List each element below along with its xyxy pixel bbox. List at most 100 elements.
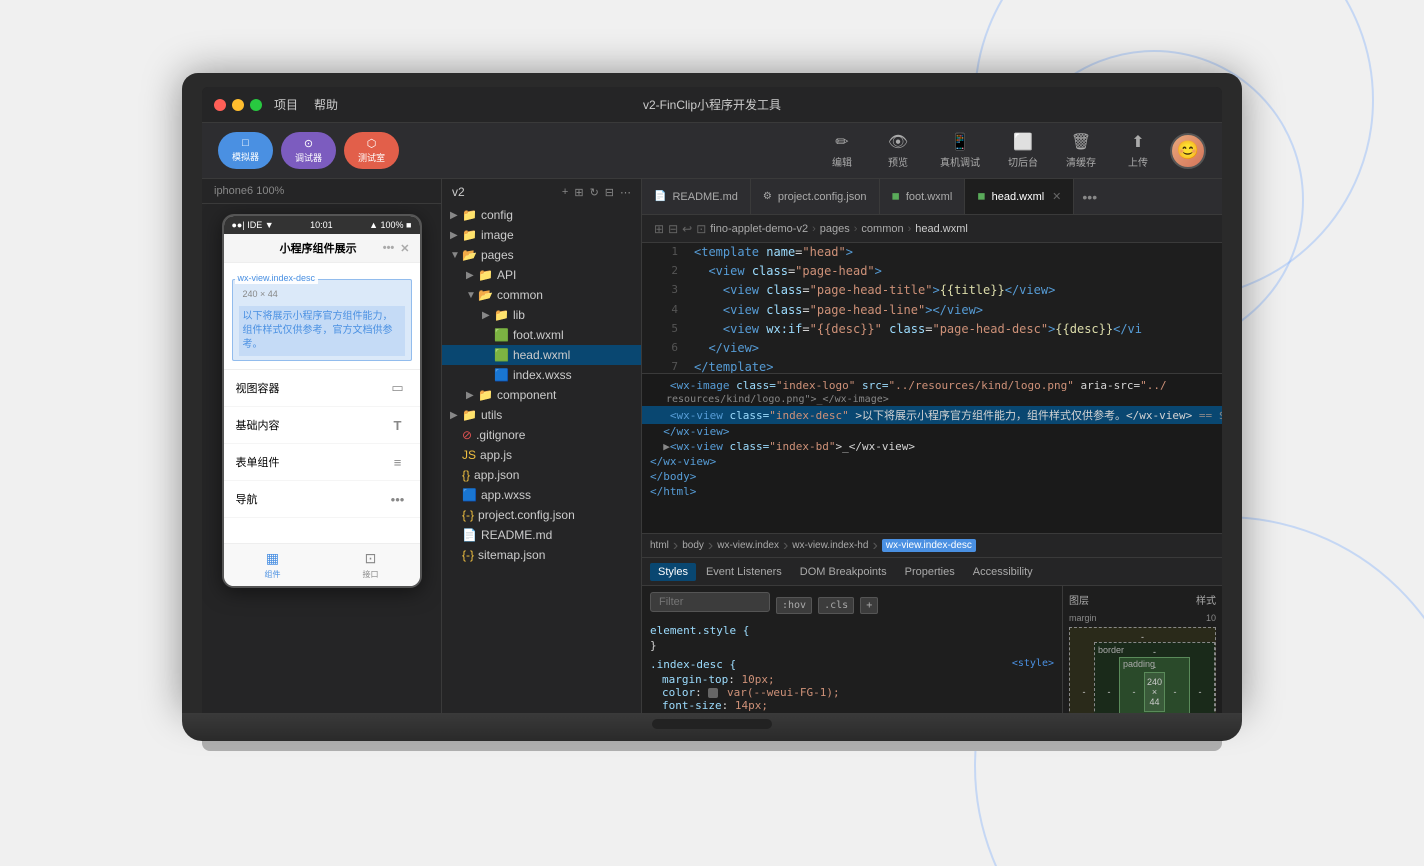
tab-dom-breakpoints[interactable]: DOM Breakpoints <box>792 563 895 581</box>
fold-icon[interactable]: ⊟ <box>668 222 678 236</box>
index-desc-source[interactable]: <style> <box>1012 658 1054 673</box>
close-tab-icon[interactable]: ✕ <box>1052 190 1061 203</box>
tree-item-sitemap[interactable]: ▶ {-} sitemap.json <box>442 545 641 565</box>
tab-readme[interactable]: 📄 README.md <box>642 179 751 214</box>
cls-button[interactable]: .cls <box>818 597 854 614</box>
tree-item-foot-wxml[interactable]: ▶ 🟩 foot.wxml <box>442 325 641 345</box>
tree-item-index-wxss[interactable]: ▶ 🟦 index.wxss <box>442 365 641 385</box>
testroom-button[interactable]: ⬡ 测试室 <box>344 132 399 169</box>
html-line-4[interactable]: </wx-view> <box>642 424 1222 439</box>
breadcrumb-sep-3: › <box>908 223 912 235</box>
new-folder-icon[interactable]: ⊞ <box>574 186 583 199</box>
html-line-7[interactable]: </body> <box>642 469 1222 484</box>
bread-wx-view-hd[interactable]: wx-view.index-hd <box>792 540 868 551</box>
head-tab-icon: ◼ <box>977 191 985 202</box>
tab-styles[interactable]: Styles <box>650 563 696 581</box>
html-line-8[interactable]: </html> <box>642 484 1222 499</box>
tree-item-component[interactable]: ▶ 📁 component <box>442 385 641 405</box>
phone-nav-item-2[interactable]: 基础内容 T <box>224 407 420 444</box>
refresh-icon[interactable]: ↻ <box>590 186 599 199</box>
more-icon[interactable]: ⋯ <box>620 186 631 199</box>
phone-menu-dots[interactable]: ••• <box>383 242 395 255</box>
tree-item-head-wxml[interactable]: ▶ 🟩 head.wxml <box>442 345 641 365</box>
tab-head-wxml[interactable]: ◼ head.wxml ✕ <box>965 179 1074 214</box>
tree-item-readme[interactable]: ▶ 📄 README.md <box>442 525 641 545</box>
tree-item-gitignore[interactable]: ▶ ⊘ .gitignore <box>442 425 641 445</box>
readme-tab-icon: 📄 <box>654 191 666 202</box>
tree-item-app-js[interactable]: ▶ JS app.js <box>442 445 641 465</box>
phone-nav-api[interactable]: ⊡ 接口 <box>322 550 420 580</box>
tab-accessibility[interactable]: Accessibility <box>965 563 1041 581</box>
tree-item-pages[interactable]: ▼ 📂 pages <box>442 245 641 265</box>
wrap-icon[interactable]: ↩ <box>682 222 692 236</box>
plus-button[interactable]: + <box>860 597 878 614</box>
tab-project-config[interactable]: ⚙ project.config.json <box>751 179 880 214</box>
html-line-3[interactable]: <wx-view class="index-desc" >以下将展示小程序官方组… <box>642 406 1222 424</box>
line-content-7: </template> <box>694 358 773 373</box>
tab-foot-wxml[interactable]: ◼ foot.wxml <box>880 179 966 214</box>
collapse-icon[interactable]: ⊟ <box>605 186 614 199</box>
tree-item-common[interactable]: ▼ 📂 common <box>442 285 641 305</box>
html-line-5[interactable]: ▶<wx-view class="index-bd">_</wx-view> <box>642 439 1222 454</box>
bread-html[interactable]: html <box>650 540 669 551</box>
html-inspector[interactable]: <wx-image class="index-logo" src="../res… <box>642 374 1222 533</box>
new-file-icon[interactable]: + <box>562 186 568 199</box>
minimize-button[interactable] <box>232 99 244 111</box>
bread-wx-view-index[interactable]: wx-view.index <box>717 540 779 551</box>
breadcrumb-root[interactable]: fino-applet-demo-v2 <box>710 223 808 235</box>
boxmodel-styles-tab[interactable]: 样式 <box>1196 592 1216 607</box>
phone-nav-item-4[interactable]: 导航 ••• <box>224 481 420 518</box>
maximize-button[interactable] <box>250 99 262 111</box>
tab-event-listeners[interactable]: Event Listeners <box>698 563 790 581</box>
html-line-2[interactable]: resources/kind/logo.png">_</wx-image> <box>642 393 1222 406</box>
simulator-button[interactable]: □ 模拟器 <box>218 132 273 169</box>
box-content-row: - 240 × 44 - <box>1124 672 1185 712</box>
phone-simulator: iphone6 100% ●●| IDE ▼ 10:01 ▲ 100% ■ 小程… <box>202 179 442 713</box>
breadcrumb-pages[interactable]: pages <box>820 223 850 235</box>
preview-button[interactable]: 👁 预览 <box>874 128 922 173</box>
menu-help[interactable]: 帮助 <box>314 96 338 113</box>
hov-button[interactable]: :hov <box>776 597 812 614</box>
format-icon[interactable]: ⊡ <box>696 222 706 236</box>
phone-close-icon[interactable]: ✕ <box>400 242 409 255</box>
tree-item-lib[interactable]: ▶ 📁 lib <box>442 305 641 325</box>
more-tabs[interactable]: ••• <box>1074 179 1105 214</box>
tree-item-app-wxss[interactable]: ▶ 🟦 app.wxss <box>442 485 641 505</box>
html-dollar-0: == $0 <box>1199 409 1222 422</box>
avatar[interactable]: 😊 <box>1170 133 1206 169</box>
highlight-class-label: wx-view.index-desc <box>235 272 319 284</box>
html-line-1[interactable]: <wx-image class="index-logo" src="../res… <box>642 378 1222 393</box>
upload-button[interactable]: ⬆ 上传 <box>1114 128 1162 173</box>
breadcrumb-common[interactable]: common <box>861 223 903 235</box>
html-line-6[interactable]: </wx-view> <box>642 454 1222 469</box>
boxmodel-layers-tab[interactable]: 图层 <box>1069 592 1089 607</box>
background-button[interactable]: ⬜ 切后台 <box>998 128 1048 173</box>
split-icon[interactable]: ⊞ <box>654 222 664 236</box>
phone-nav-components[interactable]: ▦ 组件 <box>224 550 322 580</box>
tree-item-config[interactable]: ▶ 📁 config <box>442 205 641 225</box>
phone-nav-item-3[interactable]: 表单组件 ≡ <box>224 444 420 481</box>
tab-properties[interactable]: Properties <box>897 563 963 581</box>
tree-item-project-config[interactable]: ▶ {-} project.config.json <box>442 505 641 525</box>
clear-cache-button[interactable]: 🗑 清缓存 <box>1056 128 1106 173</box>
tree-item-api[interactable]: ▶ 📁 API <box>442 265 641 285</box>
tree-item-app-json[interactable]: ▶ {} app.json <box>442 465 641 485</box>
close-button[interactable] <box>214 99 226 111</box>
tree-item-utils[interactable]: ▶ 📁 utils <box>442 405 641 425</box>
color-swatch[interactable] <box>708 688 718 698</box>
breadcrumb-filename[interactable]: head.wxml <box>915 223 968 235</box>
debugger-button[interactable]: ⊙ 调试器 <box>281 132 336 169</box>
tree-item-image[interactable]: ▶ 📁 image <box>442 225 641 245</box>
device-debug-button[interactable]: 📱 真机调试 <box>930 128 990 173</box>
styles-filter-input[interactable] <box>650 592 770 612</box>
edit-button[interactable]: ✏ 编辑 <box>818 128 866 173</box>
html-attr-class: class= <box>736 379 776 392</box>
device-icon: 📱 <box>950 132 970 152</box>
bread-wx-view-desc[interactable]: wx-view.index-desc <box>882 539 976 552</box>
menu-project[interactable]: 项目 <box>274 96 298 113</box>
code-editor[interactable]: 1 <template name="head"> 2 <view class="… <box>642 243 1222 373</box>
val-font-size: 14px; <box>735 699 768 712</box>
phone-nav-item-1[interactable]: 视图容器 ▭ <box>224 370 420 407</box>
bread-body[interactable]: body <box>682 540 704 551</box>
tree-label-readme: README.md <box>481 528 552 542</box>
